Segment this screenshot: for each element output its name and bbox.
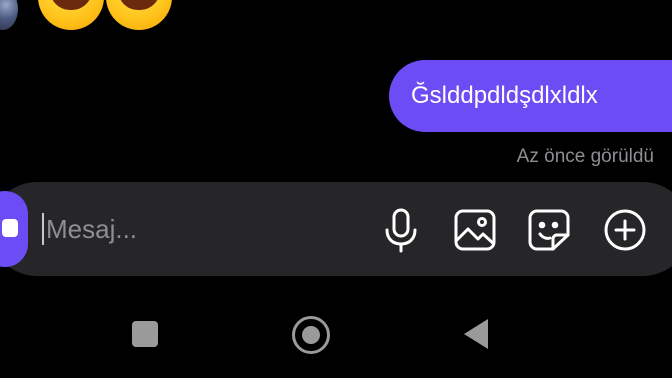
text-caret xyxy=(42,213,44,245)
microphone-icon xyxy=(385,208,417,253)
sticker-icon xyxy=(528,209,570,251)
sticker-button[interactable] xyxy=(527,206,571,254)
microphone-button[interactable] xyxy=(379,206,423,254)
more-options-button[interactable] xyxy=(603,206,647,254)
message-input[interactable] xyxy=(46,206,346,252)
recents-square-icon[interactable] xyxy=(132,321,158,347)
grinning-squinting-face-emoji xyxy=(38,0,104,30)
gallery-button[interactable] xyxy=(453,206,497,254)
seen-status: Az önce görüldü xyxy=(516,146,654,167)
sent-message-bubble[interactable]: Ğslddpdldşdlxldlx xyxy=(389,60,672,132)
camera-button[interactable] xyxy=(0,191,28,267)
home-circle-icon[interactable] xyxy=(292,316,330,354)
grinning-squinting-face-emoji xyxy=(106,0,172,30)
back-triangle-icon[interactable] xyxy=(464,319,488,349)
camera-icon xyxy=(2,219,18,237)
sender-avatar[interactable] xyxy=(0,0,18,30)
plus-circle-icon xyxy=(604,209,646,251)
image-icon xyxy=(454,209,496,251)
